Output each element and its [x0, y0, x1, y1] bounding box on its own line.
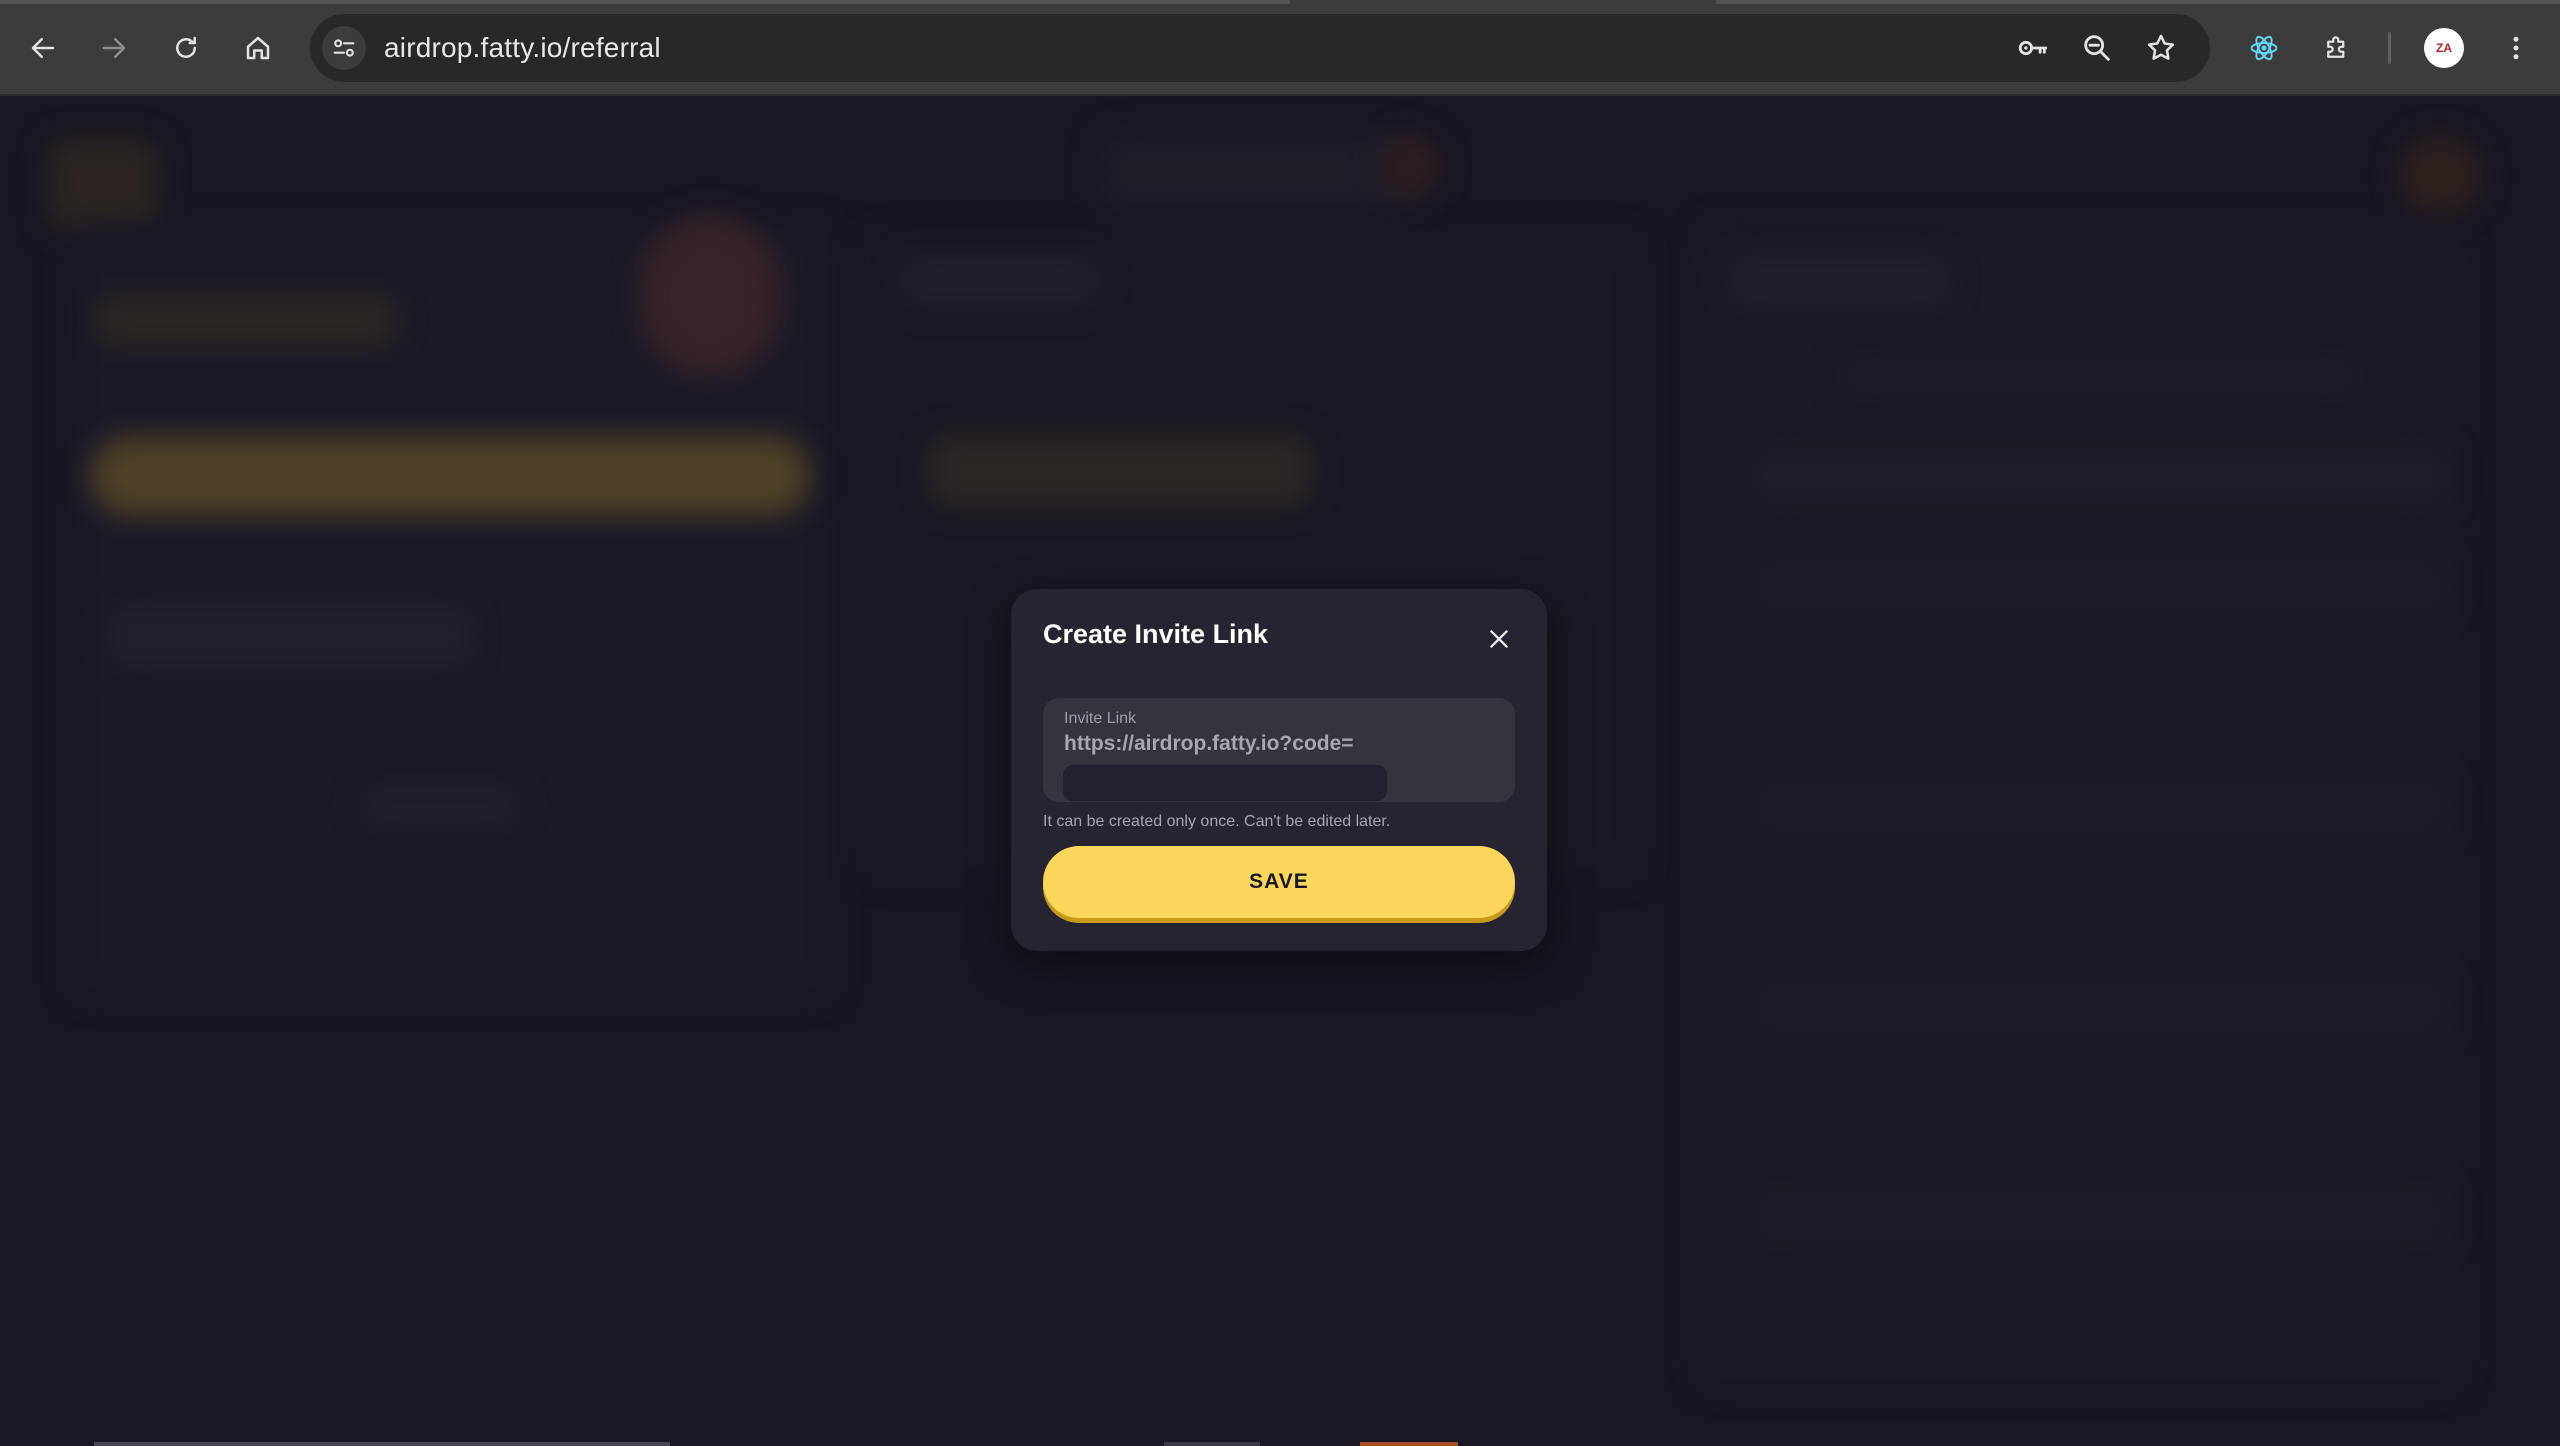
invite-code-input[interactable] [1063, 765, 1387, 801]
home-button[interactable] [234, 24, 282, 72]
toolbar-separator [2388, 32, 2391, 64]
tab-strip-edge [1716, 0, 2560, 4]
reload-button[interactable] [162, 24, 210, 72]
forward-arrow-icon [102, 38, 126, 58]
bottom-scroll-hint [94, 1442, 670, 1446]
profile-avatar-icon[interactable]: ZA [2424, 28, 2464, 68]
bottom-scroll-hint [1164, 1442, 1260, 1446]
bottom-scroll-hint [1360, 1442, 1458, 1446]
reload-icon [176, 36, 196, 58]
invite-link-url-prefix: https://airdrop.fatty.io?code= [1064, 732, 1354, 755]
browser-toolbar: airdrop.fatty.io/referral ZA [0, 0, 2560, 96]
create-invite-link-dialog: Create Invite Link Invite Link https://a… [1011, 589, 1547, 951]
zoom-icon[interactable] [2080, 31, 2114, 65]
close-button[interactable] [1481, 621, 1517, 657]
close-icon [1490, 630, 1508, 648]
site-info-icon [333, 39, 355, 57]
more-menu-icon [2513, 36, 2519, 60]
forward-button[interactable] [90, 24, 138, 72]
tab-strip-edge [0, 0, 1290, 4]
avatar-initials: ZA [2436, 41, 2452, 55]
home-icon [246, 36, 270, 60]
address-bar[interactable]: airdrop.fatty.io/referral [310, 14, 2210, 82]
helper-text: It can be created only once. Can't be ed… [1043, 813, 1391, 830]
invite-link-label: Invite Link [1064, 710, 1137, 727]
url-text[interactable]: airdrop.fatty.io/referral [384, 14, 661, 82]
save-button[interactable]: SAVE [1043, 846, 1515, 918]
site-info-button[interactable] [322, 26, 366, 70]
bookmark-star-icon[interactable] [2144, 31, 2178, 65]
back-arrow-icon [31, 38, 55, 58]
extensions-button[interactable] [2313, 24, 2361, 72]
back-button[interactable] [19, 24, 67, 72]
react-devtools-button[interactable] [2240, 24, 2288, 72]
react-devtools-icon [2250, 35, 2278, 61]
more-menu-button[interactable] [2492, 24, 2540, 72]
invite-link-field: Invite Link https://airdrop.fatty.io?cod… [1043, 698, 1515, 802]
extensions-puzzle-icon [2327, 36, 2345, 58]
password-key-icon[interactable] [2016, 31, 2050, 65]
dialog-title: Create Invite Link [1043, 619, 1269, 649]
